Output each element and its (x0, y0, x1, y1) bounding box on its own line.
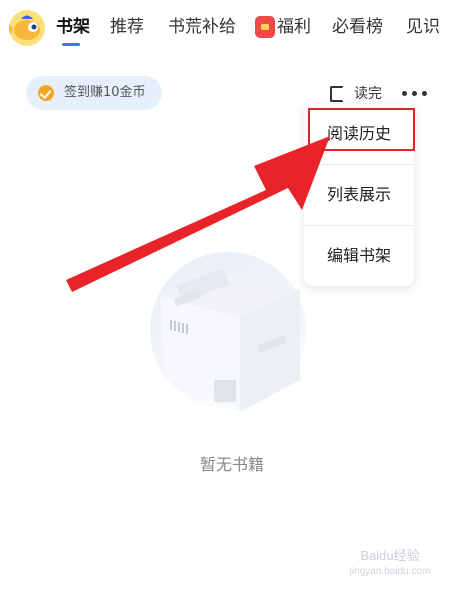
baidu-watermark: Baidu经验 jingyan.baidu.com (340, 548, 440, 588)
annotation-arrow (66, 136, 330, 292)
red-arrow-icon (66, 136, 330, 292)
watermark-text: Baidu经验 (360, 548, 420, 563)
watermark-url: jingyan.baidu.com (349, 566, 431, 577)
